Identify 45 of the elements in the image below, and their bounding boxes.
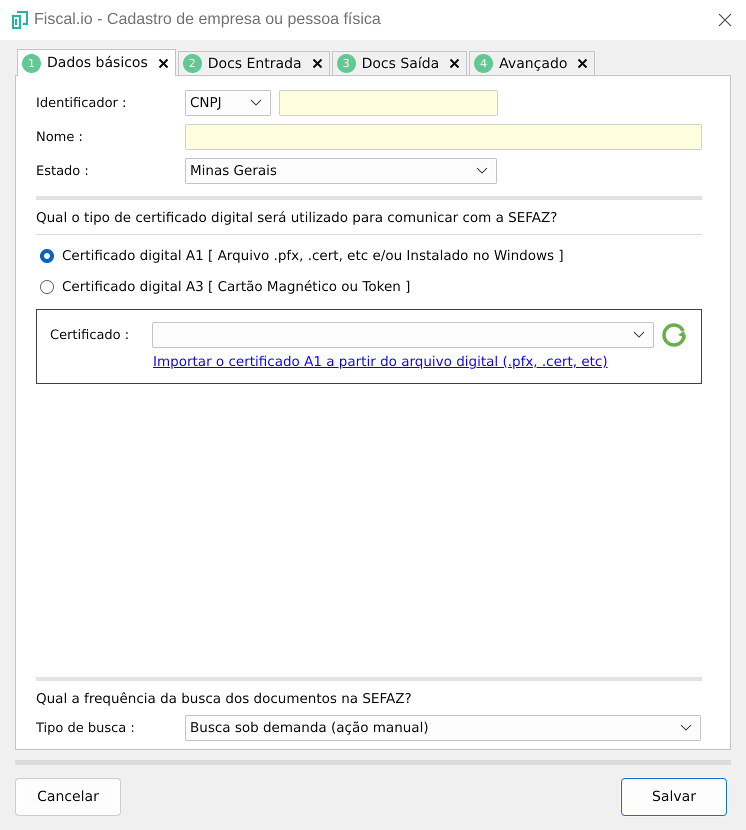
close-icon[interactable]: [158, 58, 169, 68]
refresh-icon[interactable]: [661, 322, 687, 348]
import-link[interactable]: Importar o certificado A1 a partir do arquivo digital (.pfx, .cert, etc): [153, 354, 687, 370]
identifier-field[interactable]: [279, 90, 498, 116]
question-text: Qual o tipo de certificado digital será utilizado para comunicar com a SEFAZ?: [36, 210, 558, 226]
chevron-icon: [250, 99, 262, 107]
field-label: Estado :: [36, 164, 90, 178]
radio-option[interactable]: Certificado digital A1 [ Arquivo .pfx, .cert, etc e/ou Instalado no Windows ]: [36, 245, 702, 267]
field-label: Certificado :: [50, 328, 130, 342]
tab[interactable]: 3 Docs Saída: [332, 51, 468, 75]
tab-number: 2: [182, 54, 202, 73]
tab[interactable]: 4 Avançado: [469, 51, 596, 75]
app-logo-icon: [12, 11, 28, 29]
tab-label: Docs Saída: [362, 56, 440, 72]
field-label: Tipo de busca :: [36, 720, 136, 736]
chevron-icon: [476, 167, 488, 175]
radio-button[interactable]: [40, 249, 54, 263]
tab-label: Docs Entrada: [208, 56, 302, 72]
field-label: Nome :: [36, 130, 84, 144]
type-dropdown[interactable]: CNPJ: [185, 90, 271, 116]
dialog-button[interactable]: Salvar: [621, 778, 727, 816]
tab[interactable]: 2 Docs Entrada: [178, 51, 330, 75]
window-title: Fiscal.io - Cadastro de empresa ou pessoa física: [34, 11, 382, 29]
tab-number: 3: [336, 54, 356, 73]
field-label: Identificador :: [36, 96, 128, 110]
chevron-icon: [680, 724, 692, 732]
close-icon[interactable]: [312, 58, 323, 69]
search-type-dropdown[interactable]: Busca sob demanda (ação manual): [185, 715, 701, 741]
state-dropdown[interactable]: Minas Gerais: [185, 158, 497, 184]
tab-number: 1: [22, 54, 41, 72]
radio-button[interactable]: [40, 280, 54, 294]
close-icon[interactable]: [449, 58, 460, 69]
radio-label: Certificado digital A3 [ Cartão Magnético ou Token ]: [62, 279, 410, 295]
close-icon[interactable]: [577, 58, 588, 69]
tab-number: 4: [474, 54, 494, 73]
name-field[interactable]: [185, 124, 702, 150]
tab[interactable]: 1 Dados básicos: [17, 49, 176, 76]
radio-label: Certificado digital A1 [ Arquivo .pfx, .cert, etc e/ou Instalado no Windows ]: [62, 248, 564, 264]
tab-label: Avançado: [499, 56, 568, 72]
chevron-icon: [633, 331, 645, 339]
tab-label: Dados básicos: [47, 55, 148, 71]
dialog-button[interactable]: Cancelar: [15, 778, 121, 816]
question-text: Qual a frequência da busca dos documentos na SEFAZ?: [36, 691, 413, 707]
close-icon[interactable]: [718, 13, 732, 27]
radio-option[interactable]: Certificado digital A3 [ Cartão Magnético ou Token ]: [36, 276, 702, 298]
